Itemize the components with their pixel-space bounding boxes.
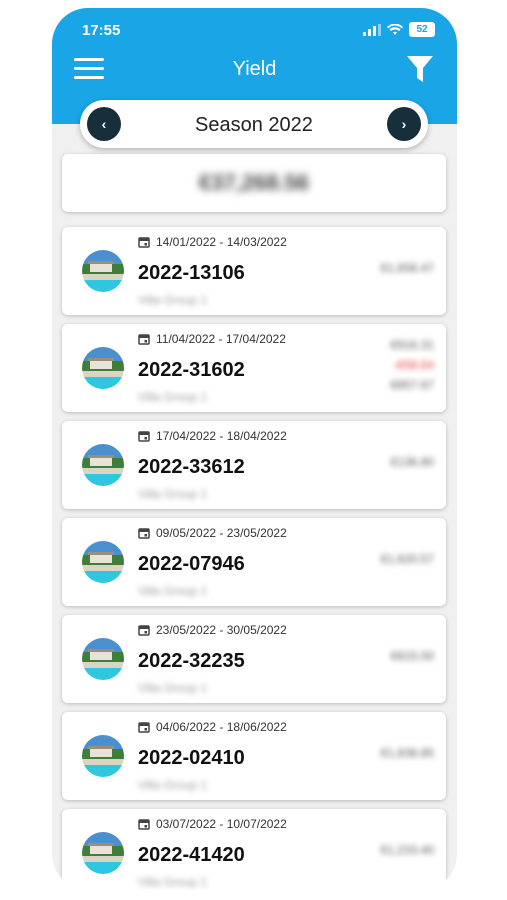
property-name: Villa Group 1: [138, 487, 208, 501]
status-icons: 52: [363, 22, 435, 37]
date-range: 04/06/2022 - 18/06/2022: [138, 720, 287, 734]
date-range: 09/05/2022 - 23/05/2022: [138, 526, 287, 540]
property-avatar: [82, 541, 124, 583]
property-avatar: [82, 638, 124, 680]
property-avatar: [82, 250, 124, 292]
wifi-icon: [387, 23, 403, 35]
booking-amount: -€58.64: [393, 358, 434, 372]
calendar-icon: [138, 528, 150, 539]
date-range: 03/07/2022 - 10/07/2022: [138, 817, 287, 831]
booking-id: 2022-13106: [138, 262, 245, 284]
booking-amount: €136.80: [390, 455, 434, 469]
date-range-text: 14/01/2022 - 14/03/2022: [156, 235, 287, 249]
status-time: 17:55: [82, 22, 121, 39]
booking-card[interactable]: 11/04/2022 - 17/04/2022 2022-31602 Villa…: [62, 324, 446, 412]
property-avatar: [82, 444, 124, 486]
booking-id: 2022-41420: [138, 844, 245, 866]
calendar-icon: [138, 722, 150, 733]
calendar-icon: [138, 625, 150, 636]
booking-id: 2022-32235: [138, 650, 245, 672]
property-name: Villa Group 1: [138, 681, 208, 695]
property-name: Villa Group 1: [138, 875, 208, 889]
calendar-icon: [138, 819, 150, 830]
booking-amount: €857.67: [390, 378, 434, 392]
booking-amount: €1,658.47: [380, 261, 434, 275]
booking-amount: €1,233.40: [380, 843, 434, 857]
season-selector: ‹ Season 2022 ›: [80, 100, 428, 148]
date-range-text: 09/05/2022 - 23/05/2022: [156, 526, 287, 540]
property-name: Villa Group 1: [138, 778, 208, 792]
date-range: 17/04/2022 - 18/04/2022: [138, 429, 287, 443]
date-range: 14/01/2022 - 14/03/2022: [138, 235, 287, 249]
total-yield-value: €37,268.56: [198, 170, 310, 195]
booking-id: 2022-33612: [138, 456, 245, 478]
property-avatar: [82, 735, 124, 777]
booking-id: 2022-31602: [138, 359, 245, 381]
booking-list: 14/01/2022 - 14/03/2022 2022-13106 Villa…: [62, 227, 446, 890]
calendar-icon: [138, 237, 150, 248]
property-avatar: [82, 832, 124, 874]
date-range-text: 03/07/2022 - 10/07/2022: [156, 817, 287, 831]
booking-card[interactable]: 17/04/2022 - 18/04/2022 2022-33612 Villa…: [62, 421, 446, 509]
season-label: Season 2022: [195, 114, 313, 136]
calendar-icon: [138, 334, 150, 345]
booking-card[interactable]: 03/07/2022 - 10/07/2022 2022-41420 Villa…: [62, 809, 446, 890]
calendar-icon: [138, 431, 150, 442]
booking-card[interactable]: 14/01/2022 - 14/03/2022 2022-13106 Villa…: [62, 227, 446, 315]
date-range-text: 04/06/2022 - 18/06/2022: [156, 720, 287, 734]
next-season-button[interactable]: ›: [387, 107, 421, 141]
date-range: 11/04/2022 - 17/04/2022: [138, 332, 286, 346]
battery-indicator: 52: [409, 22, 435, 37]
booking-card[interactable]: 23/05/2022 - 30/05/2022 2022-32235 Villa…: [62, 615, 446, 703]
date-range: 23/05/2022 - 30/05/2022: [138, 623, 287, 637]
date-range-text: 23/05/2022 - 30/05/2022: [156, 623, 287, 637]
date-range-text: 17/04/2022 - 18/04/2022: [156, 429, 287, 443]
property-name: Villa Group 1: [138, 293, 208, 307]
phone-screen: 17:55 52 Yield ‹ Season 2022 › €37,268.5…: [52, 8, 457, 890]
filter-icon[interactable]: [405, 54, 435, 84]
booking-amount: €1,838.85: [380, 746, 434, 760]
property-avatar: [82, 347, 124, 389]
total-yield-card: €37,268.56: [62, 154, 446, 212]
booking-amount: €1,620.57: [380, 552, 434, 566]
property-name: Villa Group 1: [138, 390, 208, 404]
property-name: Villa Group 1: [138, 584, 208, 598]
page-title: Yield: [232, 58, 277, 80]
booking-card[interactable]: 04/06/2022 - 18/06/2022 2022-02410 Villa…: [62, 712, 446, 800]
booking-id: 2022-07946: [138, 553, 245, 575]
booking-card[interactable]: 09/05/2022 - 23/05/2022 2022-07946 Villa…: [62, 518, 446, 606]
booking-id: 2022-02410: [138, 747, 245, 769]
signal-icon: [363, 23, 381, 36]
booking-amount: €815.00: [390, 649, 434, 663]
date-range-text: 11/04/2022 - 17/04/2022: [156, 332, 286, 346]
booking-amount: €916.31: [390, 338, 434, 352]
